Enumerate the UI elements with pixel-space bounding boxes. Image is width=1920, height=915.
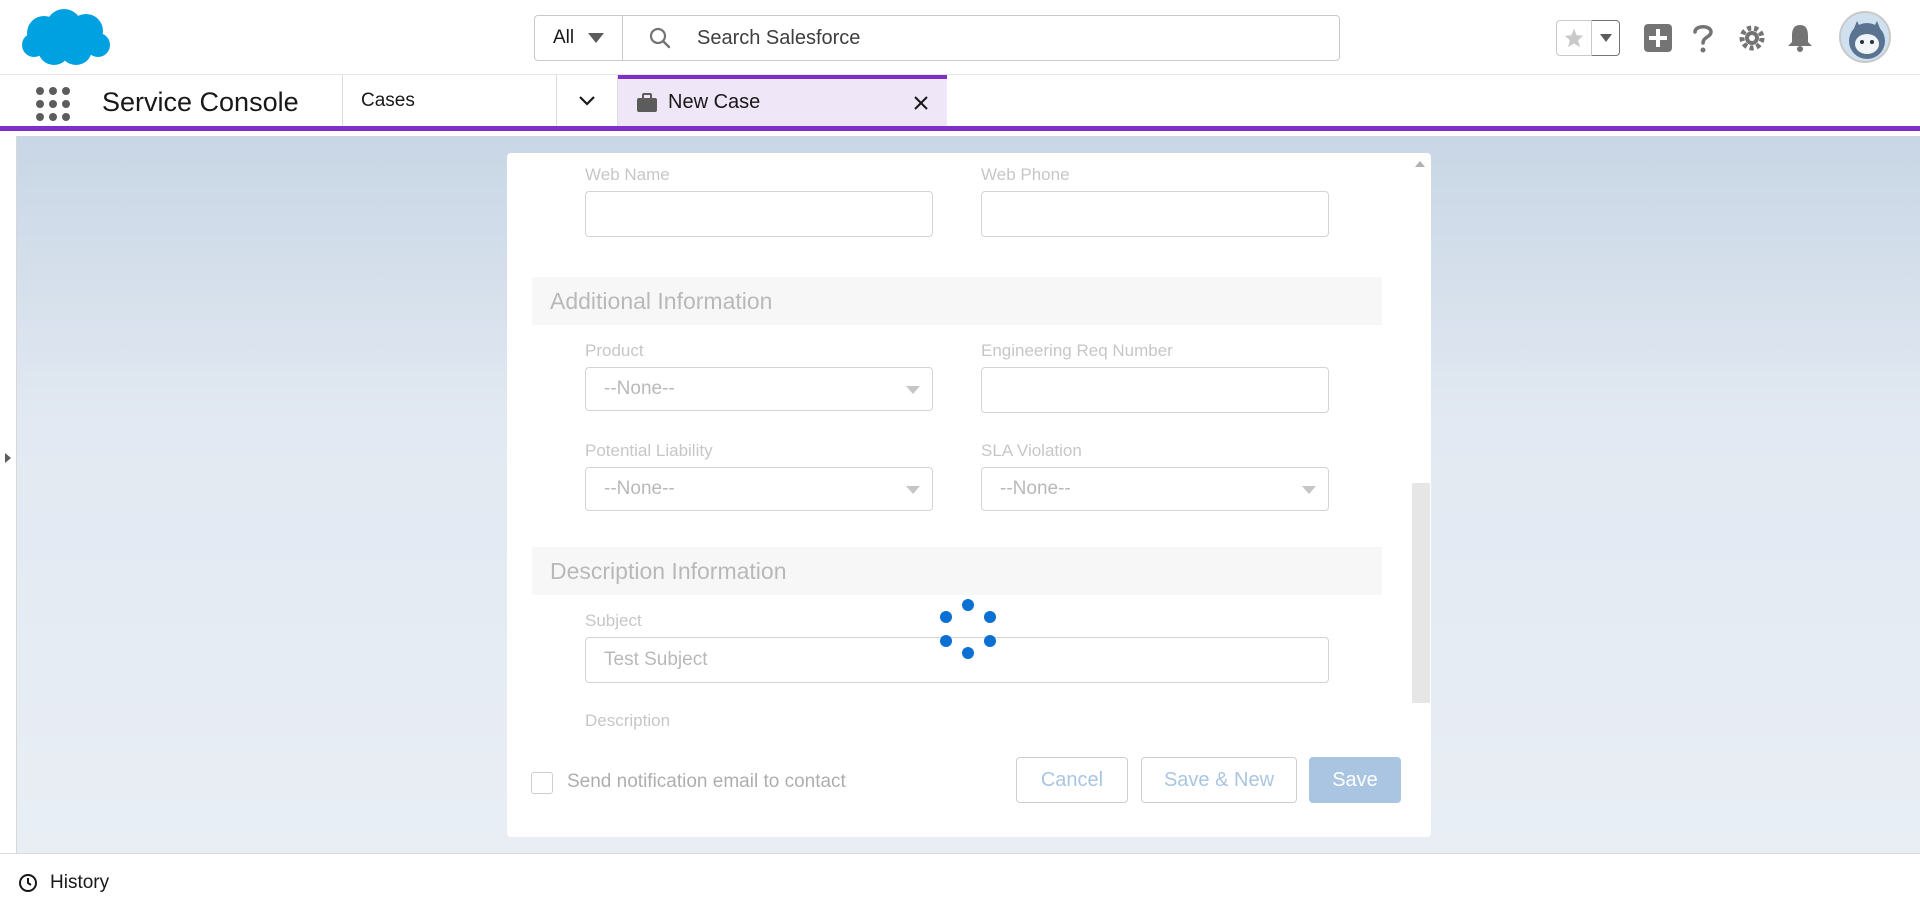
sla-violation-select[interactable]: --None-- xyxy=(981,467,1329,511)
waffle-dot xyxy=(49,113,57,121)
case-briefcase-icon xyxy=(637,92,657,112)
tab-menu-button[interactable] xyxy=(556,75,618,126)
app-launcher-button[interactable] xyxy=(36,87,70,121)
spinner-dot xyxy=(962,599,974,611)
spinner-dot xyxy=(940,611,952,623)
history-utility-button[interactable]: History xyxy=(18,872,109,894)
save-button[interactable]: Save xyxy=(1309,757,1401,803)
loading-spinner xyxy=(940,599,996,659)
potential-liability-value: --None-- xyxy=(604,478,675,499)
astro-avatar-icon xyxy=(1849,21,1885,59)
chevron-down-icon xyxy=(1599,34,1612,42)
web-name-field[interactable] xyxy=(585,191,933,237)
search-scope-select[interactable]: All xyxy=(535,16,623,60)
waffle-dot xyxy=(36,100,44,108)
web-phone-label: Web Phone xyxy=(981,165,1070,184)
favorites-group xyxy=(1556,20,1620,56)
new-case-form-panel: Web Name Web Phone Additional Informatio… xyxy=(507,153,1431,837)
cancel-button[interactable]: Cancel xyxy=(1016,757,1128,803)
avatar[interactable] xyxy=(1839,11,1891,63)
waffle-dot xyxy=(36,87,44,95)
save-and-new-button[interactable]: Save & New xyxy=(1141,757,1297,803)
tab-cases[interactable]: Cases xyxy=(342,75,556,126)
tab-cases-label: Cases xyxy=(361,89,415,111)
search-scope-label: All xyxy=(553,27,575,48)
workspace-area: Web Name Web Phone Additional Informatio… xyxy=(0,136,1920,853)
chevron-down-icon xyxy=(579,95,595,106)
setup-button[interactable] xyxy=(1734,20,1770,56)
plus-icon xyxy=(1644,24,1672,52)
chevron-down-icon xyxy=(906,486,920,494)
chevron-down-icon xyxy=(906,386,920,394)
salesforce-cloud-logo[interactable] xyxy=(20,5,112,69)
search-input[interactable]: Search Salesforce xyxy=(623,16,1339,60)
section-description-information[interactable]: Description Information xyxy=(532,547,1382,595)
waffle-dot xyxy=(49,100,57,108)
waffle-dot xyxy=(36,113,44,121)
bell-icon xyxy=(1788,25,1812,52)
help-icon xyxy=(1693,25,1713,53)
star-icon xyxy=(1564,28,1584,48)
tab-new-case[interactable]: New Case xyxy=(618,75,947,126)
spinner-dot xyxy=(940,635,952,647)
clock-icon xyxy=(19,874,37,892)
app-name: Service Console xyxy=(102,87,299,117)
scroll-up-arrow-icon[interactable] xyxy=(1415,161,1425,167)
global-search: All Search Salesforce xyxy=(534,15,1340,61)
web-name-label: Web Name xyxy=(585,165,670,184)
close-icon xyxy=(914,96,928,110)
setup-gear-icon xyxy=(1739,25,1765,51)
spinner-dot xyxy=(984,635,996,647)
sla-violation-label: SLA Violation xyxy=(981,441,1082,460)
chevron-down-icon xyxy=(1302,486,1316,494)
product-select[interactable]: --None-- xyxy=(585,367,933,411)
console-navbar: Service Console Cases New Case xyxy=(0,75,1920,131)
history-label: History xyxy=(50,872,110,893)
waffle-dot xyxy=(62,87,70,95)
scroll-thumb[interactable] xyxy=(1412,483,1430,703)
potential-liability-label: Potential Liability xyxy=(585,441,713,460)
form-scrollbar[interactable] xyxy=(1409,153,1431,741)
tab-new-case-label: New Case xyxy=(668,91,761,113)
search-icon xyxy=(649,27,671,49)
help-button[interactable] xyxy=(1685,20,1721,56)
waffle-dot xyxy=(62,113,70,121)
spinner-dot xyxy=(962,647,974,659)
engineering-req-field[interactable] xyxy=(981,367,1329,413)
favorites-button[interactable] xyxy=(1556,20,1592,56)
global-actions-button[interactable] xyxy=(1640,20,1676,56)
form-footer: Send notification email to contact Cance… xyxy=(507,749,1431,829)
description-label: Description xyxy=(585,711,671,730)
split-view-rail[interactable] xyxy=(0,136,17,853)
spinner-dot xyxy=(984,611,996,623)
potential-liability-select[interactable]: --None-- xyxy=(585,467,933,511)
expand-arrow-icon[interactable] xyxy=(5,453,11,463)
section-additional-information[interactable]: Additional Information xyxy=(532,277,1382,325)
notify-contact-checkbox[interactable] xyxy=(531,772,553,794)
close-tab-button[interactable] xyxy=(909,91,933,115)
notifications-button[interactable] xyxy=(1782,20,1818,56)
waffle-dot xyxy=(49,87,57,95)
utility-bar: History xyxy=(0,853,1920,915)
web-phone-field[interactable] xyxy=(981,191,1329,237)
favorites-list-button[interactable] xyxy=(1592,20,1620,56)
chevron-down-icon xyxy=(588,33,605,43)
subject-label: Subject xyxy=(585,611,642,630)
search-placeholder: Search Salesforce xyxy=(697,26,861,49)
product-label: Product xyxy=(585,341,644,360)
global-header: All Search Salesforce xyxy=(0,0,1920,75)
waffle-dot xyxy=(62,100,70,108)
product-value: --None-- xyxy=(604,378,675,399)
notify-contact-label: Send notification email to contact xyxy=(567,771,846,792)
sla-violation-value: --None-- xyxy=(1000,478,1071,499)
engineering-req-label: Engineering Req Number xyxy=(981,341,1173,360)
